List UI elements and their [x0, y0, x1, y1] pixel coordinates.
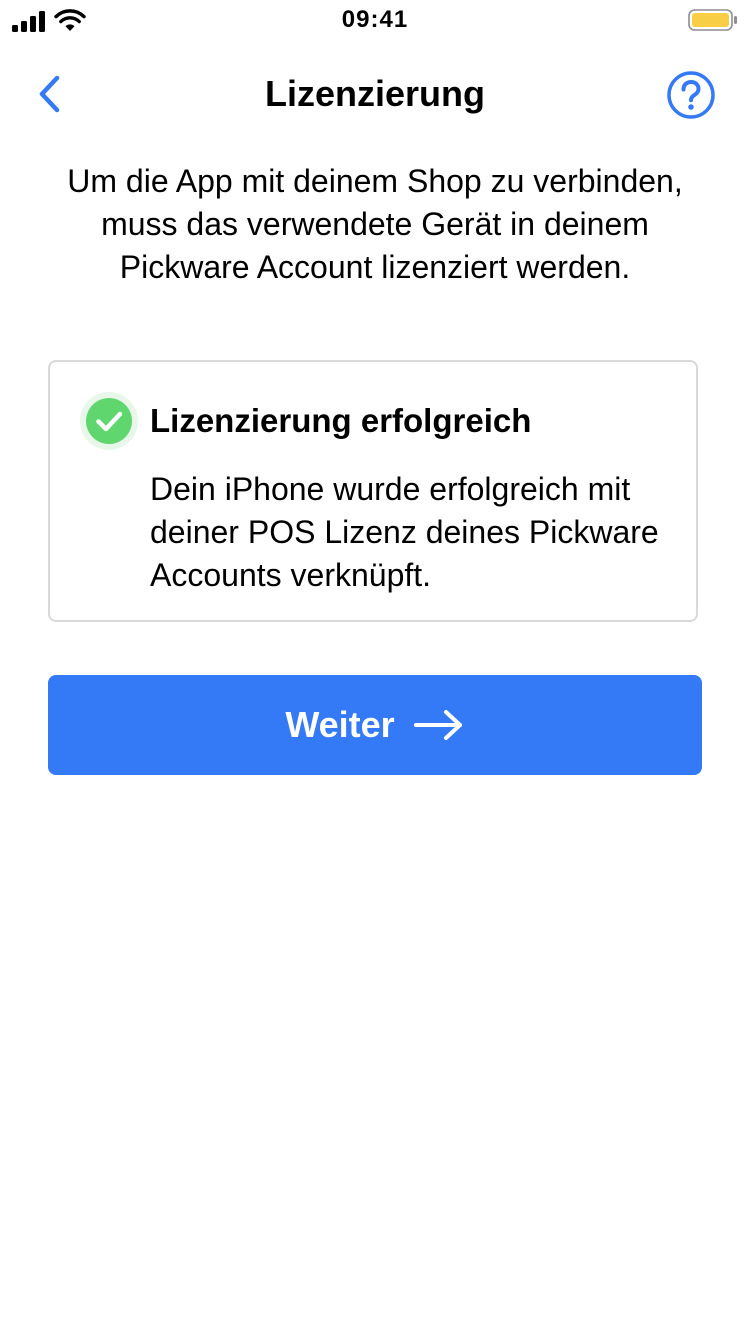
licensing-screen: 09:41 Lizenzierung Um die App mit deinem…	[0, 0, 750, 1334]
help-button[interactable]	[666, 70, 716, 120]
arrow-right-icon	[413, 710, 462, 740]
status-bar: 09:41	[0, 0, 750, 40]
back-button[interactable]	[28, 72, 72, 116]
chevron-left-icon	[39, 75, 60, 113]
licensing-result-card: Lizenzierung erfolgreich Dein iPhone wur…	[48, 360, 698, 622]
continue-button[interactable]: Weiter	[48, 675, 702, 775]
status-time: 09:41	[341, 6, 409, 33]
continue-button-label: Weiter	[285, 704, 395, 745]
battery-icon	[688, 9, 737, 31]
check-circle-icon	[80, 392, 138, 450]
intro-text: Um die App mit deinem Shop zu verbinden,…	[67, 163, 683, 285]
result-title: Lizenzierung erfolgreich	[150, 402, 532, 439]
result-message: Dein iPhone wurde erfolgreich mit deiner…	[150, 471, 659, 593]
page-title: Lizenzierung	[264, 73, 485, 114]
question-circle-icon	[667, 71, 715, 119]
